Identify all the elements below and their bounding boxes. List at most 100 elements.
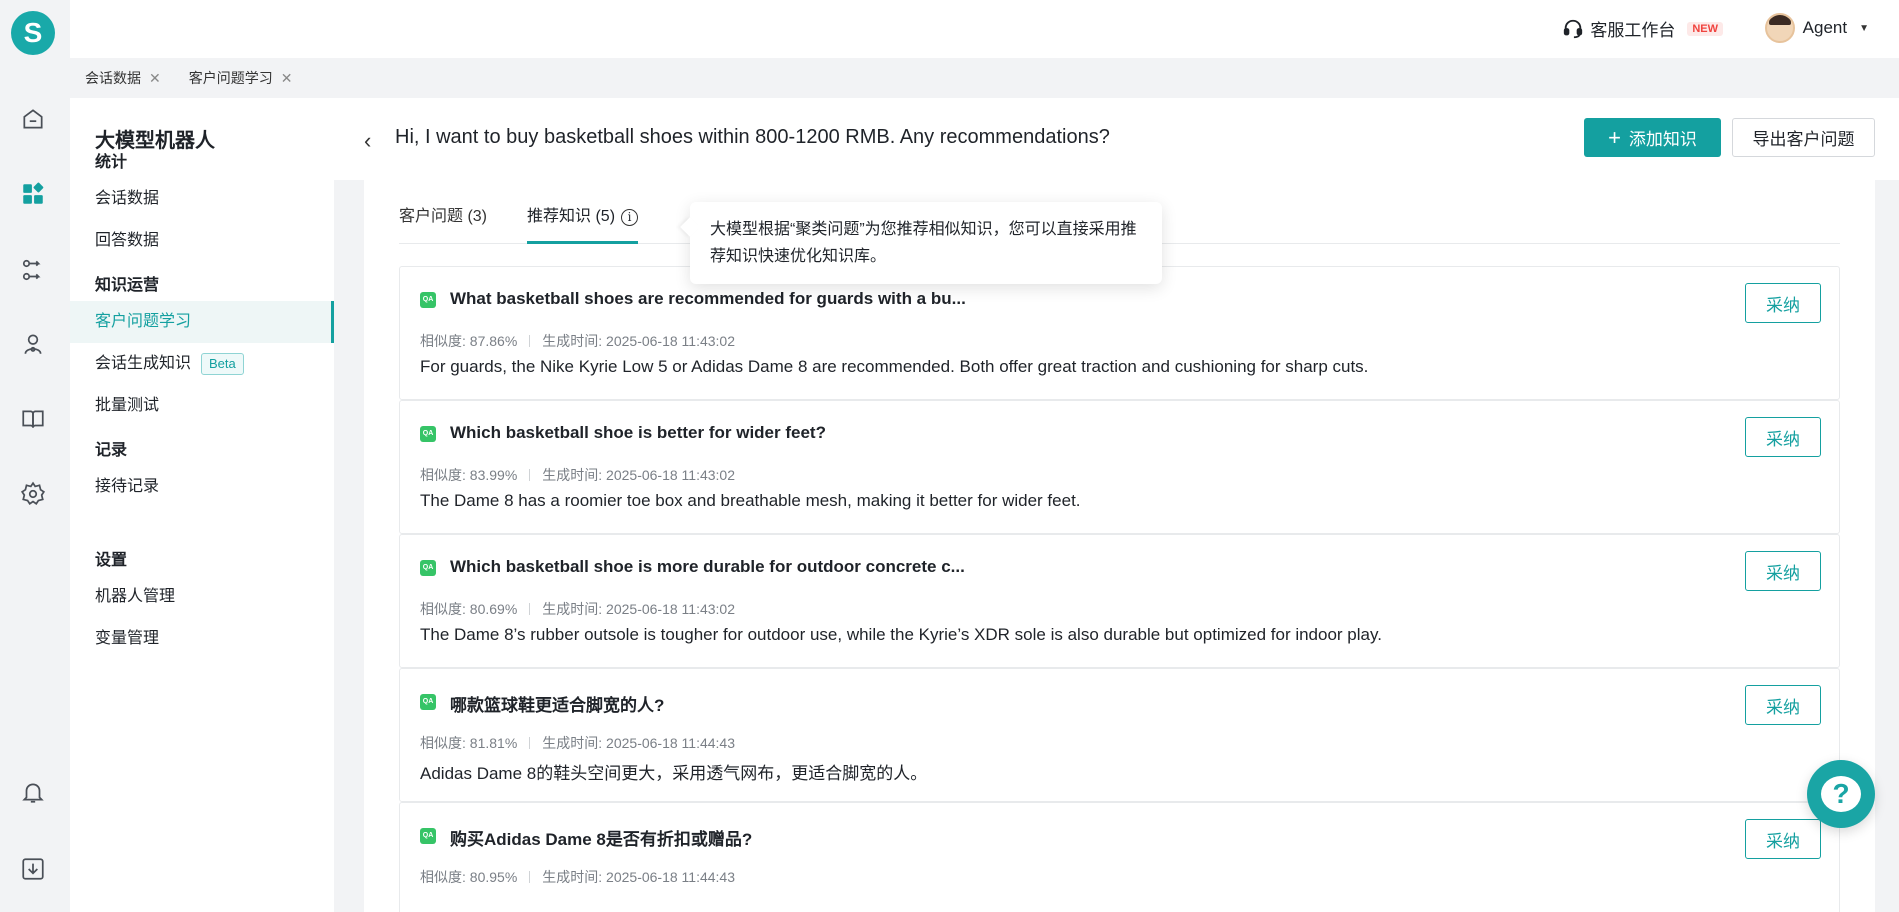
list-item: QA What basketball shoes are recommended… [399,266,1840,400]
workbench-link[interactable]: 客服工作台 NEW [1562,16,1723,41]
settings-gear-icon[interactable] [19,480,47,508]
nav-item-label: 客户问题学习 [95,313,192,330]
tab-label: 客户问题 (3) [399,208,488,225]
generated-time: 2025-06-18 11:43:02 [606,333,736,349]
nav-item-label: 回答数据 [95,232,160,249]
headset-icon [1564,19,1583,38]
nav-group-heading: 统计 [95,154,128,171]
new-badge: NEW [1687,21,1723,36]
home-icon[interactable] [19,105,47,133]
page-tab-label: 会话数据 [85,70,141,86]
adopt-button[interactable]: 采纳 [1745,685,1821,725]
item-answer: The Dame 8 has a roomier toe box and bre… [420,491,1081,510]
close-icon[interactable]: ✕ [149,70,161,87]
page-tab-session-data[interactable]: 会话数据 ✕ [85,68,161,88]
user-menu[interactable]: Agent ▼ [1764,13,1869,43]
similarity-value: 87.86% [469,333,518,349]
generated-label: 生成时间: [542,869,603,885]
info-icon[interactable]: i [621,209,639,226]
nav-item-session-data[interactable]: 会话数据 [70,178,334,220]
generated-label: 生成时间: [542,735,603,751]
adopt-button[interactable]: 采纳 [1745,417,1821,457]
download-icon[interactable] [19,855,47,883]
add-knowledge-label: 添加知识 [1628,130,1697,149]
bell-icon[interactable] [19,778,47,806]
nav-group-stats: 统计 会话数据 回答数据 [70,148,334,262]
similarity-label: 相似度: [420,467,466,483]
nav-item-label: 会话生成知识 [95,355,192,372]
list-item: QA 购买Adidas Dame 8是否有折扣或赠品? 相似度: 80.95% … [399,802,1840,912]
secondary-nav: 大模型机器人 统计 会话数据 回答数据 知识运营 客户问题学习 会话生成知识 B… [70,98,334,912]
nav-group-records: 记录 接待记录 [70,436,334,508]
qa-icon: QA [420,694,436,710]
item-title: What basketball shoes are recommended fo… [450,289,966,308]
nav-group-settings: 设置 机器人管理 变量管理 [70,546,334,660]
page-header: ‹ Hi, I want to buy basketball shoes wit… [334,98,1899,180]
recommended-list: QA What basketball shoes are recommended… [399,266,1840,912]
adopt-button[interactable]: 采纳 [1745,819,1821,859]
generated-time: 2025-06-18 11:44:43 [606,735,736,751]
adopt-button[interactable]: 采纳 [1745,283,1821,323]
generated-time: 2025-06-18 11:43:02 [606,467,736,483]
nav-item-label: 接待记录 [95,478,160,495]
adopt-button[interactable]: 采纳 [1745,551,1821,591]
agent-icon[interactable] [19,330,47,358]
add-knowledge-button[interactable]: + 添加知识 [1584,118,1721,157]
icon-rail: S [0,0,70,912]
chevron-down-icon: ▼ [1859,22,1869,34]
back-arrow-icon[interactable]: ‹ [364,128,371,154]
close-icon[interactable]: ✕ [281,70,293,87]
beta-badge: Beta [201,353,244,375]
app-logo[interactable]: S [11,11,55,55]
item-title: 购买Adidas Dame 8是否有折扣或赠品? [450,830,753,849]
qa-icon: QA [420,560,436,576]
nav-item-label: 批量测试 [95,397,160,414]
nav-group-heading: 设置 [95,552,128,569]
nav-item-question-learning[interactable]: 客户问题学习 [70,301,334,343]
dashboard-icon[interactable] [19,180,47,208]
list-item: QA 哪款篮球鞋更适合脚宽的人? 相似度: 81.81% 生成时间: 2025-… [399,668,1840,802]
nav-item-session-knowledge[interactable]: 会话生成知识 Beta [70,343,334,385]
item-meta: 相似度: 80.69% 生成时间: 2025-06-18 11:43:02 [420,599,735,619]
similarity-value: 80.95% [469,869,518,885]
tab-customer-questions[interactable]: 客户问题 (3) [399,198,487,244]
item-meta: 相似度: 83.99% 生成时间: 2025-06-18 11:43:02 [420,465,735,485]
item-meta: 相似度: 87.86% 生成时间: 2025-06-18 11:43:02 [420,331,735,351]
avatar [1764,13,1795,43]
similarity-label: 相似度: [420,601,466,617]
nav-group-heading: 记录 [95,442,128,459]
help-button[interactable]: ? [1807,760,1875,828]
nav-item-robot-management[interactable]: 机器人管理 [70,576,334,618]
nav-item-label: 机器人管理 [95,588,176,605]
item-answer: For guards, the Nike Kyrie Low 5 or Adid… [420,357,1369,376]
qa-icon: QA [420,426,436,442]
help-question-icon: ? [1821,776,1861,812]
page-tab-question-learning[interactable]: 客户问题学习 ✕ [189,68,293,88]
nav-item-reception-records[interactable]: 接待记录 [70,466,334,508]
top-bar: 客服工作台 NEW Agent ▼ [70,0,1899,58]
item-title: Which basketball shoe is more durable fo… [450,557,965,576]
item-meta: 相似度: 81.81% 生成时间: 2025-06-18 11:44:43 [420,733,735,753]
generated-label: 生成时间: [542,333,603,349]
tab-recommended-knowledge[interactable]: 推荐知识 (5) i [527,198,639,244]
generated-time: 2025-06-18 11:44:43 [606,869,736,885]
page-tab-strip: 会话数据 ✕ 客户问题学习 ✕ [70,58,1899,98]
nav-item-label: 会话数据 [95,190,160,207]
nav-item-batch-test[interactable]: 批量测试 [70,385,334,427]
plus-icon: + [1608,124,1621,150]
qa-icon: QA [420,292,436,308]
export-questions-button[interactable]: 导出客户问题 [1732,118,1875,157]
item-answer: The Dame 8’s rubber outsole is tougher f… [420,625,1382,644]
workbench-label: 客服工作台 [1590,21,1676,40]
nav-item-variable-management[interactable]: 变量管理 [70,618,334,660]
export-questions-label: 导出客户问题 [1752,130,1855,149]
similarity-value: 83.99% [469,467,518,483]
list-item: QA Which basketball shoe is more durable… [399,534,1840,668]
similarity-value: 80.69% [469,601,518,617]
book-icon[interactable] [19,405,47,433]
item-title: 哪款篮球鞋更适合脚宽的人? [450,696,665,715]
similarity-label: 相似度: [420,869,466,885]
similarity-value: 81.81% [469,735,518,751]
routing-icon[interactable] [19,256,47,284]
nav-item-answer-data[interactable]: 回答数据 [70,220,334,262]
